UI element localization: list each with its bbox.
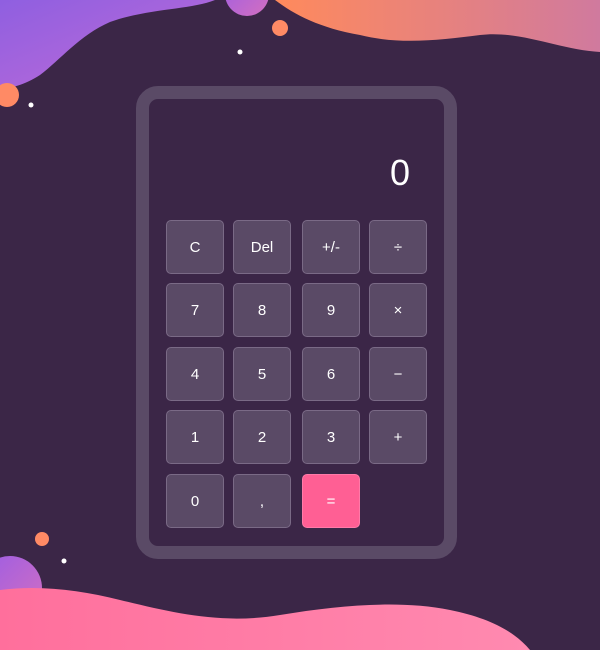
divide-button[interactable]: ÷: [369, 220, 427, 274]
dot-white-3: [61, 558, 67, 564]
equals-button[interactable]: =: [302, 474, 360, 528]
calculator: 0 C Del +/- ÷ 7 8 9 × 4 5 6 − 1 2 3 + 0 …: [136, 86, 457, 559]
digit-6-button[interactable]: 6: [302, 347, 360, 401]
digit-2-button[interactable]: 2: [233, 410, 291, 464]
ball-top-purple: [225, 0, 269, 16]
add-button[interactable]: +: [369, 410, 427, 464]
digit-1-button[interactable]: 1: [166, 410, 224, 464]
delete-button[interactable]: Del: [233, 220, 291, 274]
digit-5-button[interactable]: 5: [233, 347, 291, 401]
dot-white-2: [28, 102, 34, 108]
dot-white-1: [237, 49, 243, 55]
blob-top-right: [275, 0, 600, 52]
digit-4-button[interactable]: 4: [166, 347, 224, 401]
blob-bottom: [0, 588, 530, 650]
display-value: 0: [389, 152, 410, 193]
digit-7-button[interactable]: 7: [166, 283, 224, 337]
clear-button[interactable]: C: [166, 220, 224, 274]
decimal-button[interactable]: ,: [233, 474, 291, 528]
digit-3-button[interactable]: 3: [302, 410, 360, 464]
toggle-sign-button[interactable]: +/-: [302, 220, 360, 274]
digit-9-button[interactable]: 9: [302, 283, 360, 337]
app-background: 0 C Del +/- ÷ 7 8 9 × 4 5 6 − 1 2 3 + 0 …: [0, 0, 600, 650]
dot-orange-top: [272, 20, 288, 36]
blob-top-left: [0, 0, 215, 90]
multiply-button[interactable]: ×: [369, 283, 427, 337]
digit-8-button[interactable]: 8: [233, 283, 291, 337]
dot-orange-left: [0, 83, 19, 107]
digit-0-button[interactable]: 0: [166, 474, 224, 528]
subtract-button[interactable]: −: [369, 347, 427, 401]
dot-orange-bottom: [35, 532, 49, 546]
